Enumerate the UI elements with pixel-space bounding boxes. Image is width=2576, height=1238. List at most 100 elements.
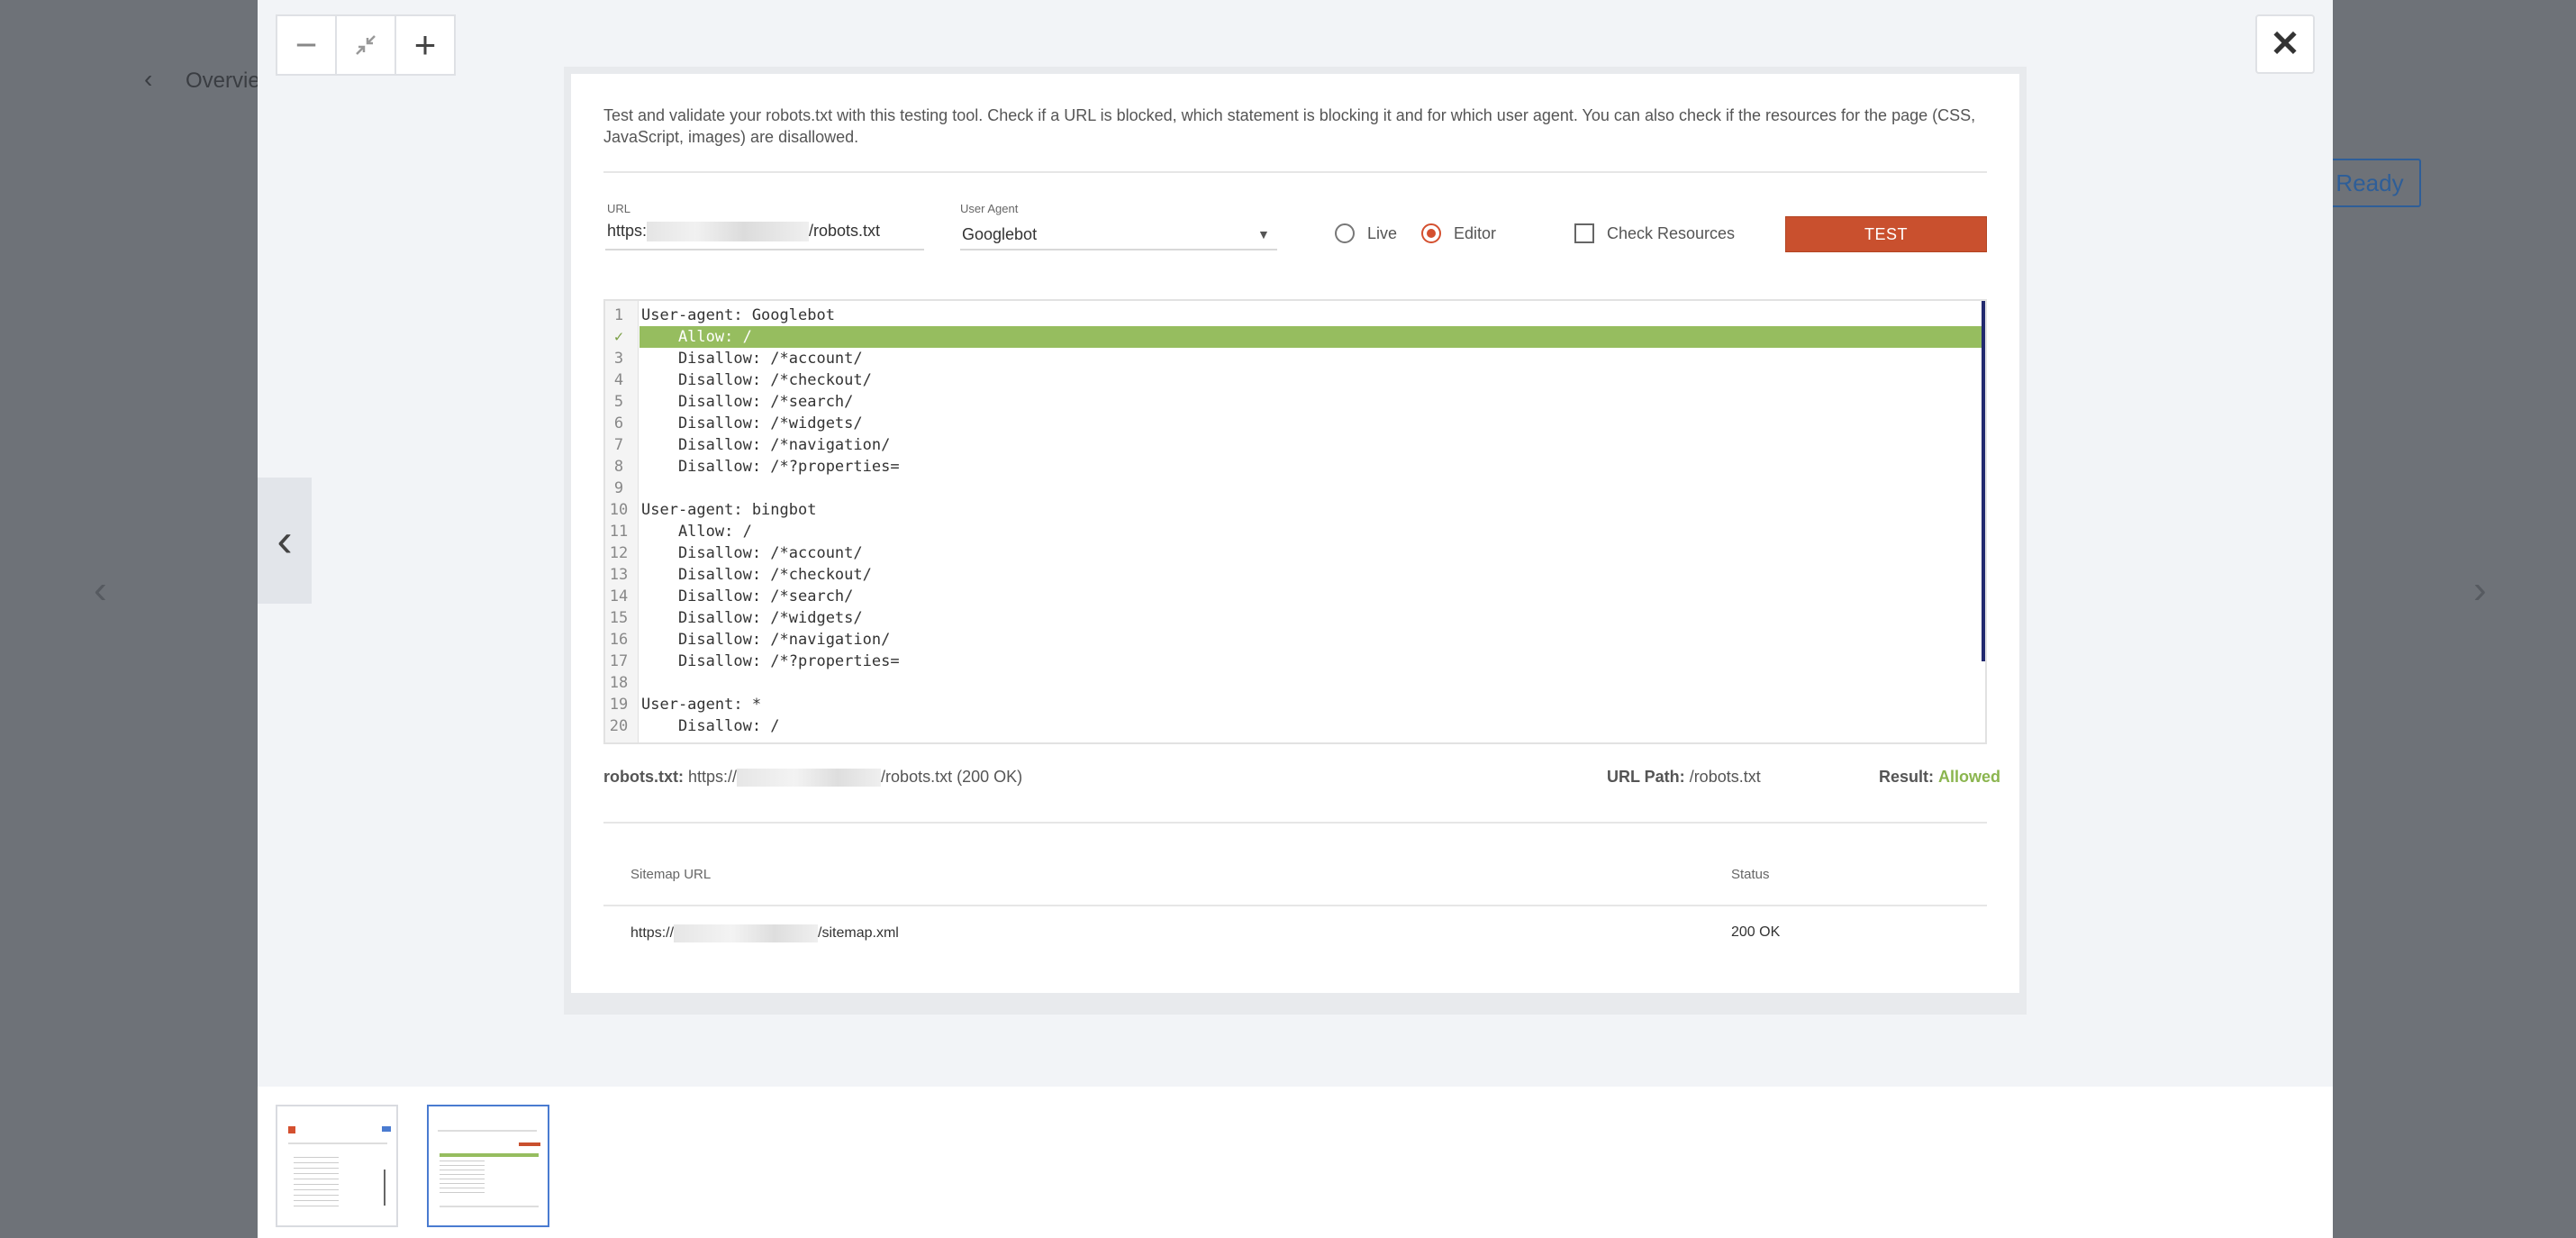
url-suffix: /robots.txt	[809, 222, 881, 240]
thumbnail-button	[382, 1126, 391, 1132]
back-link[interactable]: Overvie	[186, 68, 260, 94]
line-number: 18	[609, 674, 629, 692]
thumbnail-lines	[440, 1161, 485, 1197]
divider	[603, 822, 1987, 824]
line-code: Disallow: /*search/	[641, 587, 854, 605]
live-radio[interactable]	[1335, 223, 1355, 243]
line-number: 5	[613, 393, 624, 411]
editor-line[interactable]: 4 Disallow: /*checkout/	[605, 369, 1985, 391]
editor-line[interactable]: 3 Disallow: /*account/	[605, 348, 1985, 369]
editor-line[interactable]: 8 Disallow: /*?properties=	[605, 456, 1985, 478]
line-code: Disallow: /*navigation/	[641, 631, 891, 649]
highlighted-rule-line[interactable]: ✓ Allow: /	[605, 326, 1985, 348]
sitemap-status: 200 OK	[1731, 924, 1781, 940]
editor-line[interactable]: 13 Disallow: /*checkout/	[605, 564, 1985, 586]
line-code: Allow: /	[641, 328, 752, 346]
editor-line[interactable]: 18	[605, 672, 1985, 694]
url-path-value: /robots.txt	[1689, 768, 1761, 786]
zoom-out-button[interactable]: −	[276, 14, 337, 76]
line-code: Disallow: /*?properties=	[641, 458, 900, 476]
redacted-domain	[674, 924, 819, 942]
thumbnail-line	[438, 1130, 537, 1132]
live-label[interactable]: Live	[1367, 224, 1397, 243]
chevron-left-icon: ‹	[277, 514, 293, 567]
editor-line[interactable]: 12 Disallow: /*account/	[605, 542, 1985, 564]
line-number: 17	[609, 652, 629, 670]
line-code: Disallow: /*account/	[641, 350, 863, 368]
editor-line[interactable]: 5 Disallow: /*search/	[605, 391, 1985, 413]
url-input[interactable]: https: /robots.txt	[607, 222, 881, 242]
redacted-domain	[737, 769, 882, 787]
result-value: Allowed	[1938, 768, 2001, 786]
editor-line[interactable]: 16 Disallow: /*navigation/	[605, 629, 1985, 651]
line-code: Disallow: /*navigation/	[641, 436, 891, 454]
thumbnail-2[interactable]	[427, 1105, 549, 1227]
line-number: 11	[609, 523, 629, 541]
editor-scrollbar[interactable]	[1982, 301, 1985, 661]
user-agent-select[interactable]: Googlebot	[962, 225, 1037, 244]
user-agent-label: User Agent	[960, 202, 1019, 215]
editor-line[interactable]: 11 Allow: /	[605, 521, 1985, 542]
editor-line[interactable]: 20 Disallow: /	[605, 715, 1985, 737]
table-header-divider	[603, 905, 1987, 906]
url-path: URL Path: /robots.txt	[1607, 768, 1761, 787]
editor-line[interactable]: 19 User-agent: *	[605, 694, 1985, 715]
check-resources-label[interactable]: Check Resources	[1607, 224, 1735, 243]
thumbnail-1[interactable]	[276, 1105, 398, 1227]
chevron-down-icon[interactable]: ▼	[1257, 227, 1270, 241]
editor-line[interactable]: 9	[605, 478, 1985, 499]
thumbnail-line	[440, 1206, 539, 1207]
tool-description: Test and validate your robots.txt with t…	[603, 106, 1976, 146]
line-number: 3	[613, 350, 624, 368]
thumbnail-scrollbar	[384, 1170, 385, 1206]
line-code: Disallow: /*widgets/	[641, 414, 863, 432]
close-icon: ✕	[2270, 24, 2300, 64]
line-code: User-agent: Googlebot	[641, 306, 835, 324]
line-number: 7	[613, 436, 624, 454]
thumbnail-line	[288, 1142, 387, 1144]
zoom-toolbar: − +	[276, 14, 456, 76]
close-lightbox-button[interactable]: ✕	[2255, 14, 2315, 74]
status-badge: Ready	[2318, 159, 2421, 207]
line-code: Disallow: /*search/	[641, 393, 854, 411]
zoom-in-button[interactable]: +	[395, 14, 456, 76]
minus-icon: −	[295, 23, 318, 66]
robots-editor[interactable]: 1 User-agent: Googlebot ✓ Allow: /3 Disall…	[603, 299, 1987, 744]
robots-source: robots.txt: https:// /robots.txt (200 OK)	[603, 768, 1022, 787]
editor-label[interactable]: Editor	[1454, 224, 1496, 243]
editor-radio[interactable]	[1421, 223, 1441, 243]
url-path-label: URL Path:	[1607, 768, 1685, 786]
table-header-status: Status	[1731, 867, 1770, 882]
line-number: 9	[613, 479, 624, 497]
editor-line[interactable]: 6 Disallow: /*widgets/	[605, 413, 1985, 434]
robots-prefix: https://	[688, 768, 738, 786]
line-number: 8	[613, 458, 624, 476]
thumbnail-highlight	[440, 1153, 539, 1157]
editor-line[interactable]: 14 Disallow: /*search/	[605, 586, 1985, 607]
editor-line[interactable]: 17 Disallow: /*?properties=	[605, 651, 1985, 672]
back-chevron-icon[interactable]: ‹	[144, 65, 152, 94]
check-resources-checkbox[interactable]	[1574, 223, 1594, 243]
test-button[interactable]: TEST	[1785, 216, 1987, 252]
line-code: Disallow: /*?properties=	[641, 652, 900, 670]
previous-image-button[interactable]: ‹	[258, 478, 312, 604]
line-number: 1	[613, 306, 624, 324]
thumbnail-logo	[288, 1126, 295, 1133]
url-label: URL	[607, 202, 631, 215]
table-row: https:// /sitemap.xml	[630, 924, 899, 942]
background-right-arrow-icon: ›	[2473, 568, 2487, 612]
line-code: Disallow: /	[641, 717, 780, 735]
test-result: Result: Allowed	[1879, 768, 2000, 787]
editor-line[interactable]: 7 Disallow: /*navigation/	[605, 434, 1985, 456]
editor-line[interactable]: 15 Disallow: /*widgets/	[605, 607, 1985, 629]
editor-line[interactable]: 10 User-agent: bingbot	[605, 499, 1985, 521]
line-number: 4	[613, 371, 624, 389]
fit-to-screen-button[interactable]	[335, 14, 396, 76]
editor-line[interactable]: 1 User-agent: Googlebot	[605, 305, 1985, 326]
redacted-domain	[647, 222, 810, 242]
sitemap-url-suffix: /sitemap.xml	[818, 925, 899, 942]
divider	[603, 171, 1987, 173]
table-header-sitemap-url: Sitemap URL	[630, 867, 712, 882]
line-number: 16	[609, 631, 629, 649]
result-label: Result:	[1879, 768, 1935, 786]
